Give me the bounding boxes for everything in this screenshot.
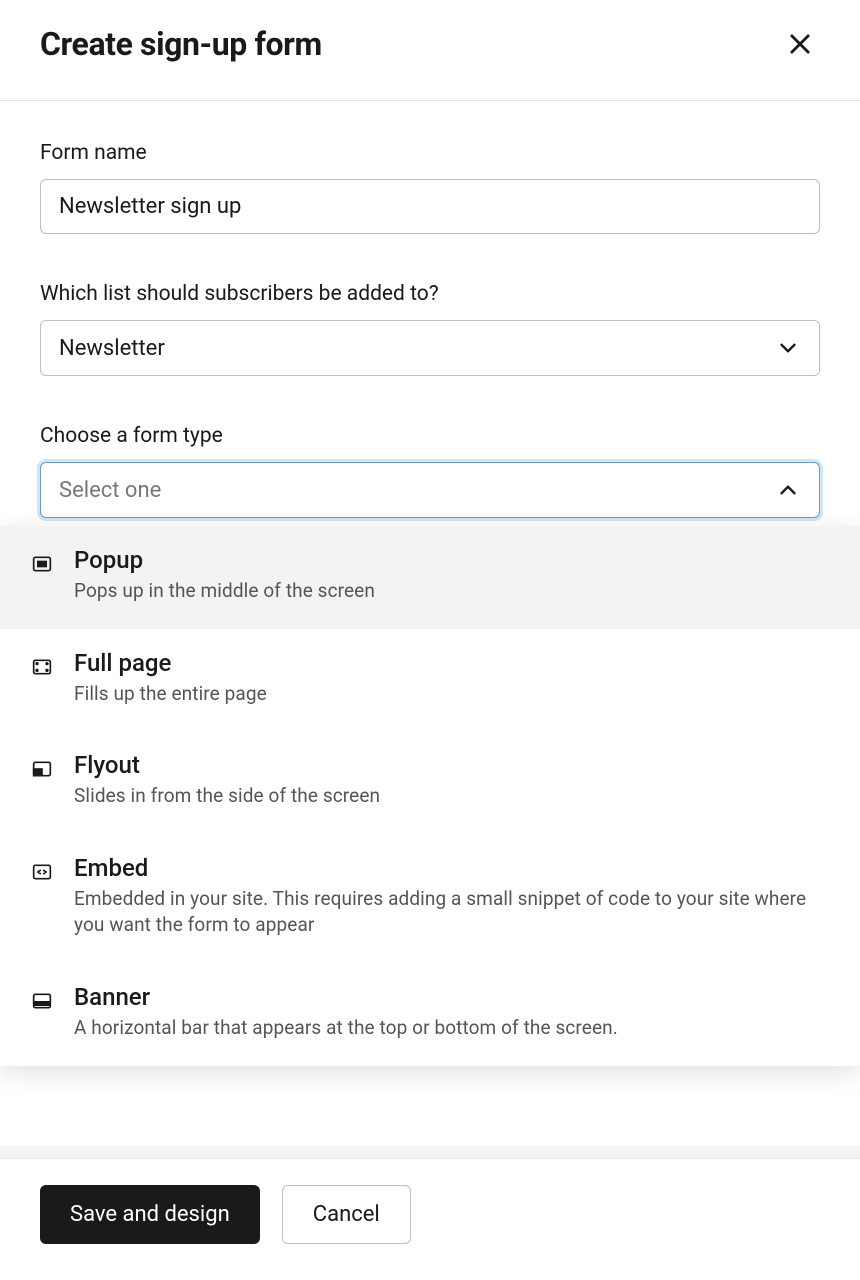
option-flyout[interactable]: Flyout Slides in from the side of the sc… <box>0 731 860 834</box>
embed-icon <box>32 862 52 882</box>
option-desc: A horizontal bar that appears at the top… <box>74 1015 618 1042</box>
chevron-down-icon <box>775 335 801 361</box>
modal-header: Create sign-up form <box>0 0 860 101</box>
option-title: Full page <box>74 649 267 677</box>
list-select[interactable]: Newsletter <box>40 320 820 376</box>
cancel-button[interactable]: Cancel <box>282 1185 411 1244</box>
form-name-input[interactable] <box>40 179 820 234</box>
list-select-value: Newsletter <box>59 336 165 361</box>
modal-body: Form name Which list should subscribers … <box>0 101 860 1146</box>
option-desc: Embedded in your site. This requires add… <box>74 886 832 939</box>
form-type-dropdown: Popup Pops up in the middle of the scree… <box>0 526 860 1066</box>
list-select-group: Which list should subscribers be added t… <box>40 282 820 376</box>
option-full-page[interactable]: Full page Fills up the entire page <box>0 629 860 732</box>
option-desc: Pops up in the middle of the screen <box>74 578 375 605</box>
form-type-placeholder: Select one <box>59 478 161 503</box>
fullpage-icon <box>32 657 52 677</box>
option-title: Banner <box>74 983 618 1011</box>
flyout-icon <box>32 759 52 779</box>
form-type-label: Choose a form type <box>40 424 820 448</box>
modal-title: Create sign-up form <box>40 25 322 63</box>
option-embed[interactable]: Embed Embedded in your site. This requir… <box>0 834 860 963</box>
form-type-select[interactable]: Select one <box>40 462 820 518</box>
option-title: Popup <box>74 546 375 574</box>
banner-icon <box>32 991 52 1011</box>
option-desc: Fills up the entire page <box>74 681 267 708</box>
list-select-label: Which list should subscribers be added t… <box>40 282 820 306</box>
chevron-up-icon <box>775 477 801 503</box>
option-desc: Slides in from the side of the screen <box>74 783 380 810</box>
save-and-design-button[interactable]: Save and design <box>40 1185 260 1244</box>
option-popup[interactable]: Popup Pops up in the middle of the scree… <box>0 526 860 629</box>
option-title: Flyout <box>74 751 380 779</box>
form-name-label: Form name <box>40 141 820 165</box>
popup-icon <box>32 554 52 574</box>
close-button[interactable] <box>780 24 820 64</box>
option-banner[interactable]: Banner A horizontal bar that appears at … <box>0 963 860 1066</box>
modal-footer: Save and design Cancel <box>0 1158 860 1280</box>
create-signup-form-modal: Create sign-up form Form name Which list… <box>0 0 860 1280</box>
form-type-group: Choose a form type Select one Popup Pops… <box>40 424 820 518</box>
footer-separator <box>0 1146 860 1158</box>
close-icon <box>786 30 814 58</box>
form-name-group: Form name <box>40 141 820 234</box>
option-title: Embed <box>74 854 832 882</box>
